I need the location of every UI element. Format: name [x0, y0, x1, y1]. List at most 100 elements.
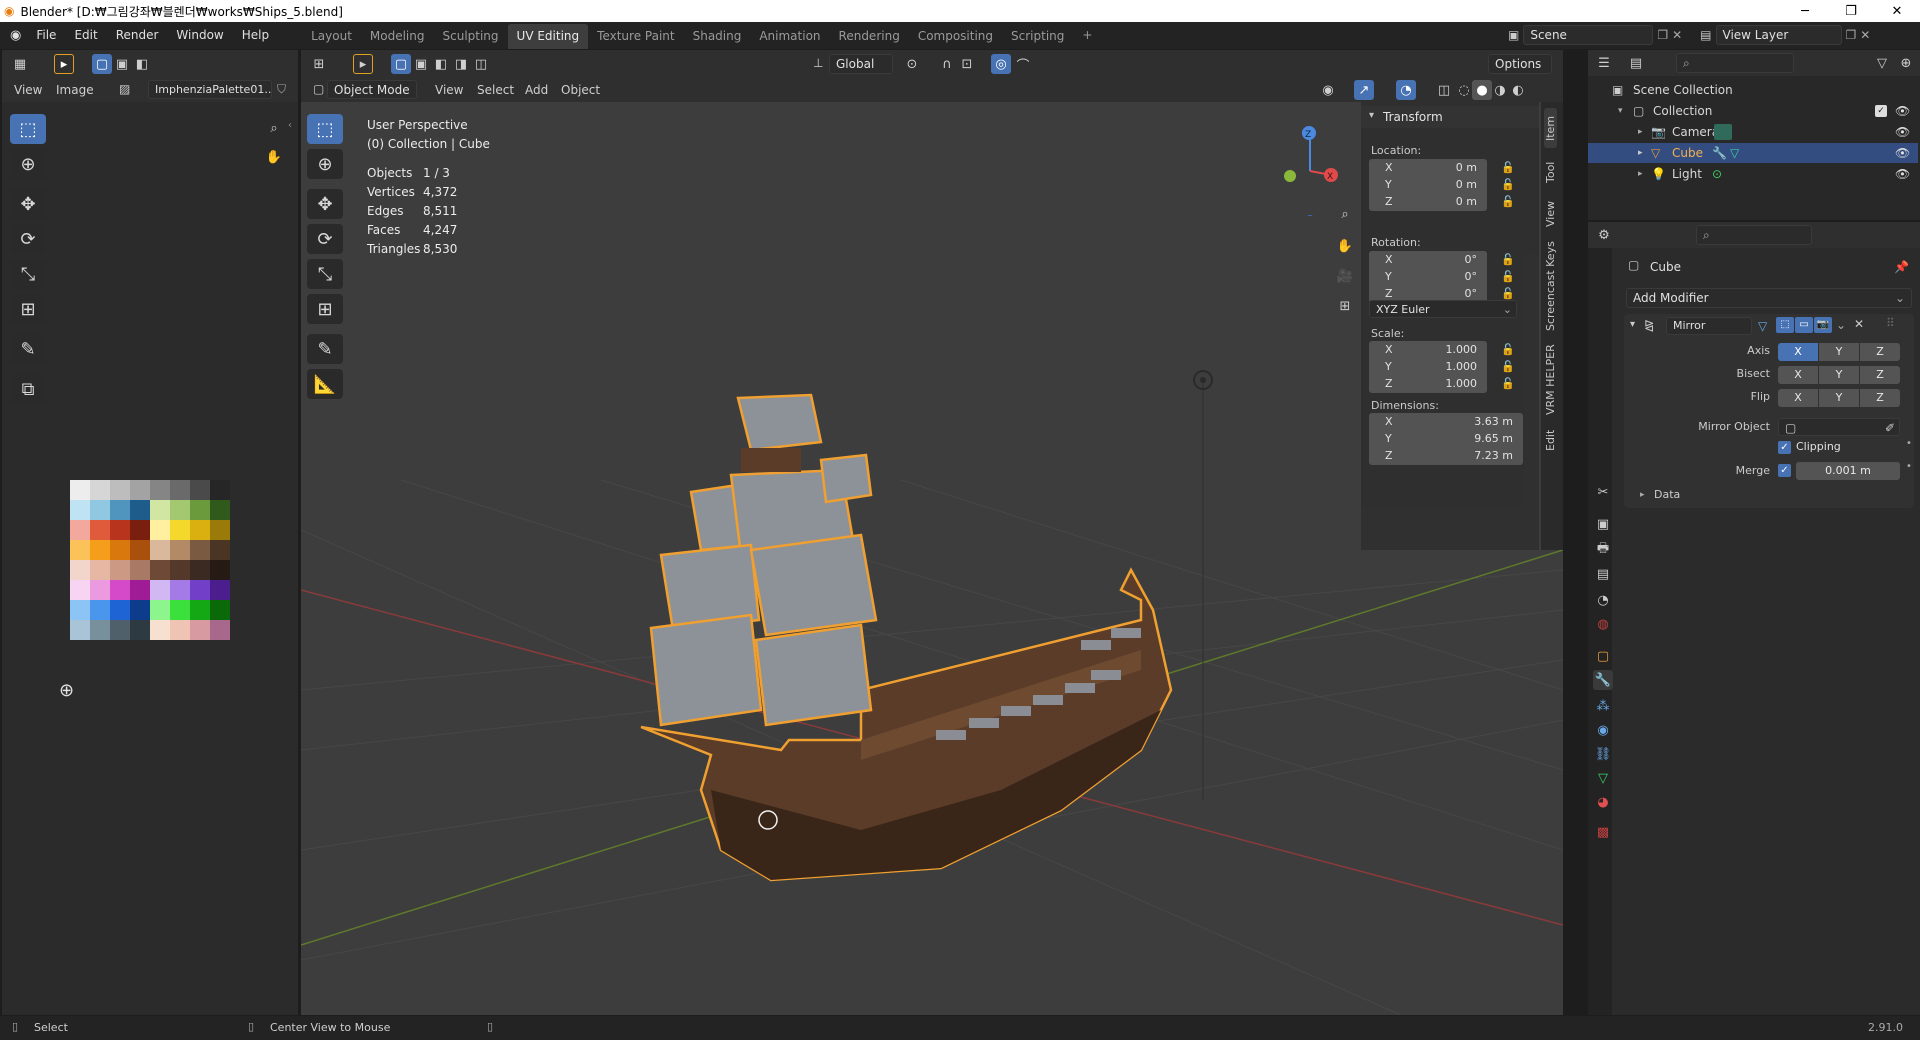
lock-icon[interactable]: 🔓	[1501, 178, 1515, 191]
select-mode-subtract-icon[interactable]: ◧	[132, 54, 152, 74]
properties-search-input[interactable]: ⌕	[1696, 225, 1812, 245]
2d-cursor-icon[interactable]: ⊕	[59, 680, 74, 701]
annotate-tool[interactable]: ✎	[307, 334, 343, 364]
modifier-name-field[interactable]: Mirror	[1666, 317, 1752, 335]
outliner-display-mode-icon[interactable]: ▤	[1626, 53, 1646, 73]
add-workspace-icon[interactable]: +	[1073, 22, 1101, 49]
lock-icon[interactable]: 🔓	[1501, 270, 1515, 283]
texture-tab-icon[interactable]: ▩	[1593, 822, 1613, 842]
sidebar-tab-tool[interactable]: Tool	[1544, 154, 1557, 190]
edit-mode-toggle-icon[interactable]: ▽	[1758, 319, 1767, 333]
scene-field[interactable]: Scene	[1523, 25, 1654, 45]
view-layer-tab-icon[interactable]: ▤	[1593, 564, 1613, 584]
add-modifier-dropdown[interactable]: Add Modifier ⌄	[1626, 288, 1912, 308]
uv-cursor-tool[interactable]: ⊕	[10, 149, 46, 179]
outliner-search-input[interactable]: ⌕	[1676, 53, 1794, 73]
mirror-object-field[interactable]: ▢ ✐	[1778, 418, 1900, 436]
cursor-tool[interactable]: ⊕	[307, 149, 343, 179]
menu-window[interactable]: Window	[167, 22, 232, 49]
close-window-button[interactable]: ✕	[1874, 0, 1920, 22]
flip-z-toggle[interactable]: Z	[1860, 389, 1900, 407]
3d-viewport[interactable]: ⊞ ▸ ▢ ▣ ◧ ◨ ◫ ⊥ Global ⊙ ∩ ⊡ ◎ ⌒ Options…	[301, 50, 1563, 1015]
tab-texture-paint[interactable]: Texture Paint	[588, 24, 683, 49]
tab-layout[interactable]: Layout	[302, 24, 361, 49]
uv-annotate-tool[interactable]: ✎	[10, 334, 46, 364]
viewport-select-intersect-icon[interactable]: ◫	[471, 54, 491, 74]
tool-tab-icon[interactable]: ✂	[1593, 482, 1613, 502]
constraints-tab-icon[interactable]: ⛓	[1593, 744, 1613, 764]
scale-tool[interactable]: ⤡	[307, 259, 343, 289]
menu-help[interactable]: Help	[233, 22, 278, 49]
data-tab-icon[interactable]: ▽	[1593, 768, 1613, 788]
collapse-arrow-icon[interactable]: ▾	[1630, 319, 1635, 330]
data-subpanel-label[interactable]: Data	[1654, 488, 1680, 501]
object-tab-icon[interactable]: ▢	[1593, 646, 1613, 666]
viewport-select-new-icon[interactable]: ▢	[391, 54, 411, 74]
uv-scale-tool[interactable]: ⤡	[10, 259, 46, 289]
lock-icon[interactable]: 🔓	[1501, 287, 1515, 300]
editor-type-icon[interactable]: ▦	[10, 54, 30, 74]
uv-menu-image[interactable]: Image	[56, 83, 94, 97]
snap-icon[interactable]: ∩	[937, 54, 957, 74]
uv-menu-view[interactable]: View	[14, 83, 42, 97]
outliner-editor-type-icon[interactable]: ☰	[1594, 53, 1614, 73]
camera-view-icon[interactable]: 🎥	[1335, 266, 1355, 286]
output-tab-icon[interactable]: 🖶	[1593, 540, 1613, 560]
render-tab-icon[interactable]: ▣	[1593, 514, 1613, 534]
viewport-menu-select[interactable]: Select	[477, 83, 514, 97]
lock-icon[interactable]: 🔓	[1501, 161, 1515, 174]
particles-tab-icon[interactable]: ⁂	[1593, 696, 1613, 716]
new-collection-icon[interactable]: ⊕	[1896, 53, 1916, 73]
menu-render[interactable]: Render	[107, 22, 168, 49]
scale-x-field[interactable]: X 1.000	[1369, 341, 1487, 359]
outliner-scene-collection[interactable]: ▣ Scene Collection	[1588, 80, 1918, 100]
options-dropdown[interactable]: Options	[1488, 54, 1552, 74]
dimensions-z-field[interactable]: Z 7.23 m	[1369, 447, 1523, 465]
snap-target-icon[interactable]: ⊡	[957, 54, 977, 74]
delete-view-layer-icon[interactable]: ✕	[1860, 28, 1870, 42]
minimize-button[interactable]: ─	[1782, 0, 1828, 22]
tab-scripting[interactable]: Scripting	[1002, 24, 1073, 49]
lock-icon[interactable]: 🔓	[1501, 253, 1515, 266]
image-browse-icon[interactable]: ▨	[119, 82, 130, 96]
visibility-eye-icon[interactable]: 👁	[1895, 143, 1910, 163]
visibility-icon[interactable]: ◉	[1318, 80, 1338, 100]
outliner-filter-icon[interactable]: ▽	[1872, 53, 1892, 73]
tab-rendering[interactable]: Rendering	[830, 24, 909, 49]
transform-orientation-dropdown[interactable]: Global	[829, 54, 893, 74]
scale-z-field[interactable]: Z 1.000	[1369, 375, 1487, 393]
viewport-select-extend-icon[interactable]: ▣	[411, 54, 431, 74]
camera-data-icon[interactable]	[1714, 124, 1732, 140]
pivot-point-icon[interactable]: ⊙	[902, 54, 922, 74]
collapse-arrow-icon[interactable]: ‹	[288, 120, 292, 131]
outliner-item-light[interactable]: ▸ 💡 Light ⊙ 👁	[1588, 164, 1918, 184]
keyframe-dot-icon[interactable]: •	[1906, 438, 1912, 449]
outliner-item-cube[interactable]: ▸ ▽ Cube 🔧 ▽ 👁	[1588, 143, 1918, 163]
merge-checkbox[interactable]: ✓	[1778, 464, 1791, 477]
material-preview-icon[interactable]: ◑	[1490, 80, 1510, 100]
light-data-icon[interactable]: ⊙	[1712, 164, 1722, 184]
exclude-checkbox[interactable]: ✓	[1875, 105, 1887, 117]
viewport-menu-object[interactable]: Object	[561, 83, 600, 97]
material-tab-icon[interactable]: ◕	[1593, 792, 1613, 812]
gizmo-toggle-icon[interactable]: ↗	[1354, 80, 1374, 100]
transform-panel-header[interactable]: ▾ Transform	[1361, 106, 1539, 128]
menu-file[interactable]: File	[27, 22, 65, 49]
delete-scene-icon[interactable]: ✕	[1672, 28, 1682, 42]
visibility-eye-icon[interactable]: 👁	[1895, 122, 1910, 142]
viewport-select-tool-icon[interactable]: ▸	[353, 54, 373, 74]
sidebar-tab-edit[interactable]: Edit	[1544, 424, 1557, 456]
blender-menu-icon[interactable]: ◉	[10, 28, 21, 43]
on-cage-toggle-icon[interactable]: ⬚	[1776, 317, 1794, 333]
lock-icon[interactable]: 🔓	[1501, 360, 1515, 373]
sidebar-tab-screencast-keys[interactable]: Screencast Keys	[1544, 238, 1557, 334]
outliner-item-collection[interactable]: ▾ ▢ Collection ✓ 👁	[1588, 101, 1918, 121]
lock-icon[interactable]: 🔓	[1501, 195, 1515, 208]
axis-y-toggle[interactable]: Y	[1819, 343, 1859, 361]
wireframe-shading-icon[interactable]: ◌	[1454, 80, 1474, 100]
uv-select-box-tool[interactable]: ⬚	[10, 114, 46, 144]
clipping-checkbox[interactable]: ✓	[1778, 441, 1791, 454]
viewport-menu-add[interactable]: Add	[525, 83, 548, 97]
tab-animation[interactable]: Animation	[750, 24, 829, 49]
pan-hand-icon[interactable]: ✋	[264, 147, 284, 167]
